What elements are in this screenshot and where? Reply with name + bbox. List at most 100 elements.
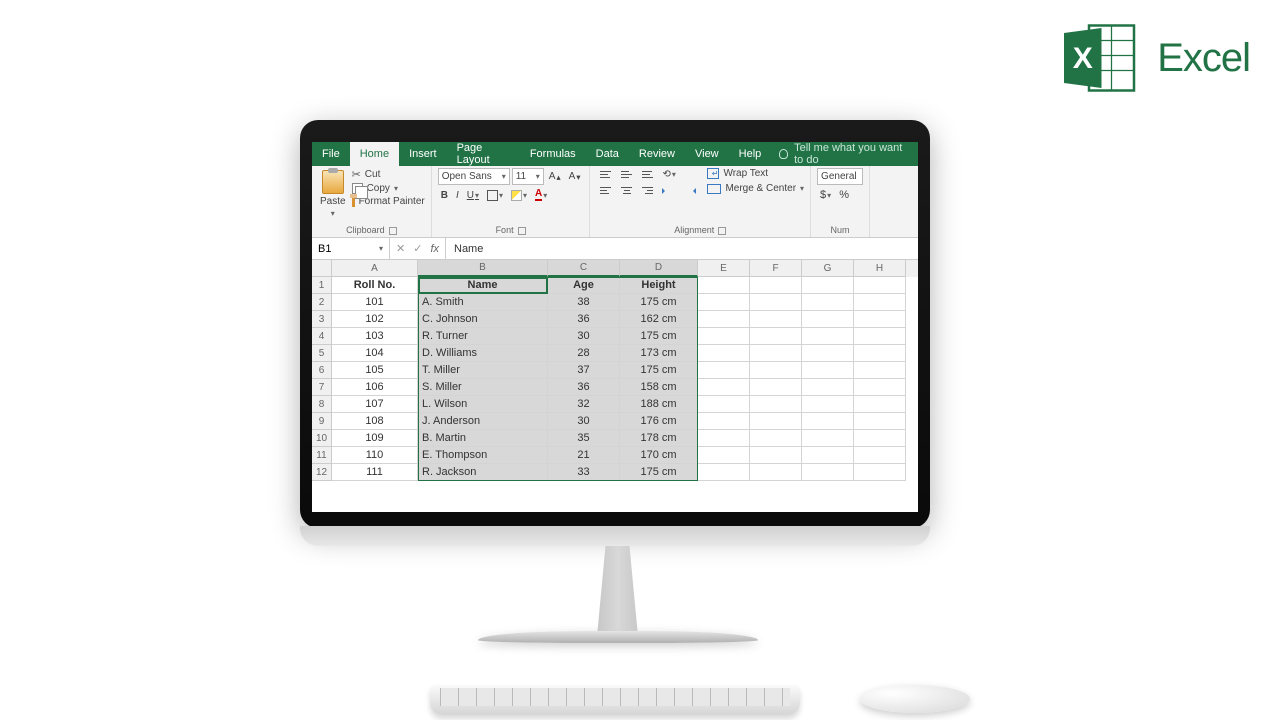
- cell[interactable]: [698, 345, 750, 362]
- cell[interactable]: [854, 464, 906, 481]
- cells-area[interactable]: Roll No.NameAgeHeight101A. Smith38175 cm…: [332, 277, 918, 481]
- cell[interactable]: [698, 396, 750, 413]
- cell[interactable]: [802, 447, 854, 464]
- cell[interactable]: 170 cm: [620, 447, 698, 464]
- cell[interactable]: [802, 413, 854, 430]
- percent-button[interactable]: [836, 188, 852, 202]
- cell[interactable]: 36: [548, 379, 620, 396]
- cell[interactable]: 162 cm: [620, 311, 698, 328]
- orientation-button[interactable]: ⟲▾: [659, 168, 678, 181]
- enter-formula-icon[interactable]: ✓: [413, 242, 422, 255]
- cell[interactable]: 175 cm: [620, 362, 698, 379]
- row-header[interactable]: 6: [312, 362, 332, 379]
- cell[interactable]: 111: [332, 464, 418, 481]
- cell[interactable]: E. Thompson: [418, 447, 548, 464]
- row-header[interactable]: 3: [312, 311, 332, 328]
- cut-button[interactable]: ✂Cut: [352, 168, 425, 181]
- wrap-text-button[interactable]: Wrap Text: [707, 168, 804, 179]
- cell[interactable]: A. Smith: [418, 294, 548, 311]
- tab-help[interactable]: Help: [729, 142, 772, 166]
- tab-file[interactable]: File: [312, 142, 350, 166]
- border-button[interactable]: ▾: [484, 189, 506, 202]
- cell[interactable]: 178 cm: [620, 430, 698, 447]
- increase-font-button[interactable]: A▴: [546, 170, 564, 183]
- cell[interactable]: [802, 294, 854, 311]
- cell[interactable]: 103: [332, 328, 418, 345]
- align-left-button[interactable]: [596, 184, 615, 197]
- cell[interactable]: 108: [332, 413, 418, 430]
- tab-formulas[interactable]: Formulas: [520, 142, 586, 166]
- dialog-launcher-icon[interactable]: [718, 227, 726, 235]
- cell[interactable]: [854, 379, 906, 396]
- cell[interactable]: D. Williams: [418, 345, 548, 362]
- cell[interactable]: [698, 311, 750, 328]
- fill-color-button[interactable]: ▾: [508, 189, 530, 202]
- cell[interactable]: [854, 362, 906, 379]
- cell[interactable]: [802, 328, 854, 345]
- cell[interactable]: R. Jackson: [418, 464, 548, 481]
- align-top-button[interactable]: [596, 168, 615, 181]
- cell[interactable]: [698, 464, 750, 481]
- align-right-button[interactable]: [638, 184, 657, 197]
- cell[interactable]: R. Turner: [418, 328, 548, 345]
- decrease-indent-button[interactable]: [659, 184, 678, 197]
- cell[interactable]: [854, 413, 906, 430]
- column-header-a[interactable]: A: [332, 260, 418, 277]
- cell[interactable]: Height: [620, 277, 698, 294]
- cell[interactable]: 32: [548, 396, 620, 413]
- fx-icon[interactable]: fx: [430, 243, 439, 255]
- cell[interactable]: 107: [332, 396, 418, 413]
- cell[interactable]: [698, 379, 750, 396]
- cell[interactable]: [854, 328, 906, 345]
- cell[interactable]: 175 cm: [620, 464, 698, 481]
- align-bottom-button[interactable]: [638, 168, 657, 181]
- cell[interactable]: 175 cm: [620, 294, 698, 311]
- font-name-combo[interactable]: Open Sans▾: [438, 168, 510, 185]
- row-header[interactable]: 12: [312, 464, 332, 481]
- tab-insert[interactable]: Insert: [399, 142, 447, 166]
- align-middle-button[interactable]: [617, 168, 636, 181]
- cell[interactable]: [750, 328, 802, 345]
- column-header-d[interactable]: D: [620, 260, 698, 277]
- row-header[interactable]: 1: [312, 277, 332, 294]
- cell[interactable]: Name: [418, 277, 548, 294]
- row-header[interactable]: 4: [312, 328, 332, 345]
- cell[interactable]: [750, 362, 802, 379]
- underline-button[interactable]: U▾: [464, 189, 482, 202]
- row-header[interactable]: 11: [312, 447, 332, 464]
- cell[interactable]: [802, 362, 854, 379]
- cell[interactable]: 21: [548, 447, 620, 464]
- cell[interactable]: [854, 294, 906, 311]
- cell[interactable]: 35: [548, 430, 620, 447]
- cell[interactable]: [698, 328, 750, 345]
- column-header-f[interactable]: F: [750, 260, 802, 277]
- row-header[interactable]: 5: [312, 345, 332, 362]
- cell[interactable]: [750, 345, 802, 362]
- cell[interactable]: T. Miller: [418, 362, 548, 379]
- cell[interactable]: [698, 447, 750, 464]
- cell[interactable]: [698, 362, 750, 379]
- cell[interactable]: 37: [548, 362, 620, 379]
- cell[interactable]: [802, 379, 854, 396]
- tell-me-search[interactable]: Tell me what you want to do: [771, 142, 918, 166]
- cancel-formula-icon[interactable]: ✕: [396, 242, 405, 255]
- cell[interactable]: [750, 277, 802, 294]
- cell[interactable]: 104: [332, 345, 418, 362]
- cell[interactable]: [802, 311, 854, 328]
- bold-button[interactable]: B: [438, 189, 451, 202]
- decrease-font-button[interactable]: A▾: [566, 170, 584, 183]
- cell[interactable]: 38: [548, 294, 620, 311]
- cell[interactable]: [698, 277, 750, 294]
- tab-data[interactable]: Data: [586, 142, 629, 166]
- row-header[interactable]: 10: [312, 430, 332, 447]
- cell[interactable]: 158 cm: [620, 379, 698, 396]
- cell[interactable]: [802, 345, 854, 362]
- cell[interactable]: [854, 277, 906, 294]
- cell[interactable]: 36: [548, 311, 620, 328]
- cell[interactable]: [854, 345, 906, 362]
- cell[interactable]: [750, 294, 802, 311]
- cell[interactable]: [698, 294, 750, 311]
- cell[interactable]: [802, 430, 854, 447]
- cell[interactable]: [854, 311, 906, 328]
- row-header[interactable]: 9: [312, 413, 332, 430]
